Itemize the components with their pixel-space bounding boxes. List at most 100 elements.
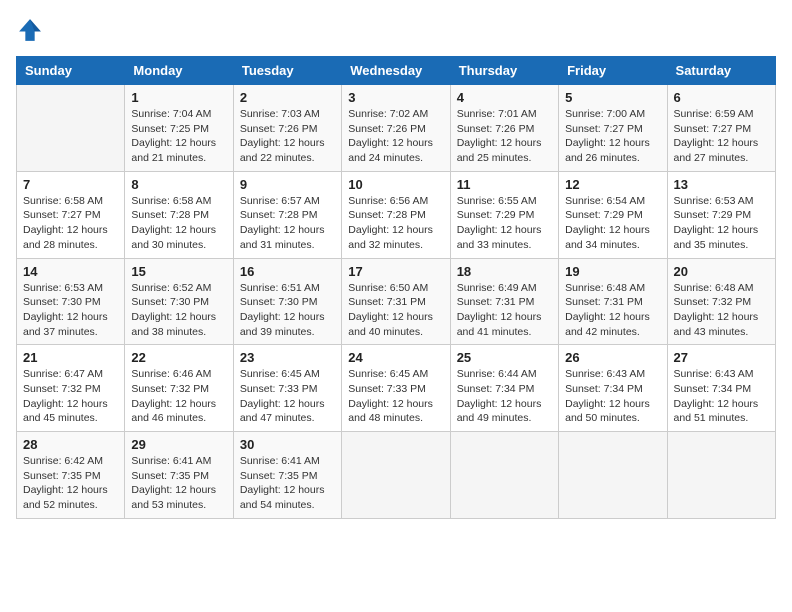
day-info: Sunrise: 6:45 AMSunset: 7:33 PMDaylight:… <box>348 367 443 426</box>
weekday-header: Tuesday <box>233 57 341 85</box>
calendar-cell: 22 Sunrise: 6:46 AMSunset: 7:32 PMDayligh… <box>125 345 233 432</box>
calendar-week-row: 21 Sunrise: 6:47 AMSunset: 7:32 PMDayligh… <box>17 345 776 432</box>
day-number: 24 <box>348 350 443 365</box>
logo <box>16 16 48 44</box>
calendar-cell: 10 Sunrise: 6:56 AMSunset: 7:28 PMDayligh… <box>342 171 450 258</box>
day-info: Sunrise: 6:41 AMSunset: 7:35 PMDaylight:… <box>240 454 335 513</box>
calendar-cell <box>450 432 558 519</box>
weekday-header: Friday <box>559 57 667 85</box>
day-info: Sunrise: 6:57 AMSunset: 7:28 PMDaylight:… <box>240 194 335 253</box>
day-info: Sunrise: 6:43 AMSunset: 7:34 PMDaylight:… <box>674 367 769 426</box>
day-number: 16 <box>240 264 335 279</box>
day-info: Sunrise: 6:41 AMSunset: 7:35 PMDaylight:… <box>131 454 226 513</box>
day-number: 17 <box>348 264 443 279</box>
calendar-week-row: 14Sunrise: 6:53 AMSunset: 7:30 PMDayligh… <box>17 258 776 345</box>
day-info: Sunrise: 6:45 AMSunset: 7:33 PMDaylight:… <box>240 367 335 426</box>
calendar-cell: 24 Sunrise: 6:45 AMSunset: 7:33 PMDayligh… <box>342 345 450 432</box>
weekday-header: Wednesday <box>342 57 450 85</box>
weekday-header: Sunday <box>17 57 125 85</box>
weekday-header: Thursday <box>450 57 558 85</box>
calendar-header-row: SundayMondayTuesdayWednesdayThursdayFrid… <box>17 57 776 85</box>
day-number: 3 <box>348 90 443 105</box>
calendar-cell <box>667 432 775 519</box>
calendar-week-row: 7 Sunrise: 6:58 AMSunset: 7:27 PMDaylight… <box>17 171 776 258</box>
calendar-cell <box>559 432 667 519</box>
calendar-cell <box>342 432 450 519</box>
day-info: Sunrise: 7:02 AMSunset: 7:26 PMDaylight:… <box>348 107 443 166</box>
day-info: Sunrise: 6:48 AMSunset: 7:31 PMDaylight:… <box>565 281 660 340</box>
day-number: 7 <box>23 177 118 192</box>
day-number: 5 <box>565 90 660 105</box>
day-info: Sunrise: 6:47 AMSunset: 7:32 PMDaylight:… <box>23 367 118 426</box>
day-number: 6 <box>674 90 769 105</box>
calendar-cell: 15 Sunrise: 6:52 AMSunset: 7:30 PMDayligh… <box>125 258 233 345</box>
day-info: Sunrise: 6:52 AMSunset: 7:30 PMDaylight:… <box>131 281 226 340</box>
day-number: 15 <box>131 264 226 279</box>
day-info: Sunrise: 6:51 AMSunset: 7:30 PMDaylight:… <box>240 281 335 340</box>
calendar-cell: 21 Sunrise: 6:47 AMSunset: 7:32 PMDayligh… <box>17 345 125 432</box>
day-info: Sunrise: 6:53 AMSunset: 7:29 PMDaylight:… <box>674 194 769 253</box>
calendar-cell: 9 Sunrise: 6:57 AMSunset: 7:28 PMDaylight… <box>233 171 341 258</box>
day-info: Sunrise: 6:42 AMSunset: 7:35 PMDaylight:… <box>23 454 118 513</box>
day-info: Sunrise: 7:00 AMSunset: 7:27 PMDaylight:… <box>565 107 660 166</box>
calendar-cell: 28 Sunrise: 6:42 AMSunset: 7:35 PMDayligh… <box>17 432 125 519</box>
day-number: 23 <box>240 350 335 365</box>
calendar-cell: 14Sunrise: 6:53 AMSunset: 7:30 PMDayligh… <box>17 258 125 345</box>
day-number: 26 <box>565 350 660 365</box>
day-info: Sunrise: 6:53 AMSunset: 7:30 PMDaylight:… <box>23 281 118 340</box>
day-number: 4 <box>457 90 552 105</box>
day-info: Sunrise: 6:50 AMSunset: 7:31 PMDaylight:… <box>348 281 443 340</box>
day-number: 21 <box>23 350 118 365</box>
day-number: 12 <box>565 177 660 192</box>
day-info: Sunrise: 6:55 AMSunset: 7:29 PMDaylight:… <box>457 194 552 253</box>
calendar-cell: 13Sunrise: 6:53 AMSunset: 7:29 PMDayligh… <box>667 171 775 258</box>
day-number: 1 <box>131 90 226 105</box>
calendar-cell <box>17 85 125 172</box>
day-info: Sunrise: 6:46 AMSunset: 7:32 PMDaylight:… <box>131 367 226 426</box>
day-number: 30 <box>240 437 335 452</box>
calendar-cell: 11 Sunrise: 6:55 AMSunset: 7:29 PMDayligh… <box>450 171 558 258</box>
day-number: 27 <box>674 350 769 365</box>
day-number: 29 <box>131 437 226 452</box>
calendar-cell: 19 Sunrise: 6:48 AMSunset: 7:31 PMDayligh… <box>559 258 667 345</box>
day-info: Sunrise: 6:44 AMSunset: 7:34 PMDaylight:… <box>457 367 552 426</box>
calendar-cell: 7 Sunrise: 6:58 AMSunset: 7:27 PMDaylight… <box>17 171 125 258</box>
calendar-cell: 18 Sunrise: 6:49 AMSunset: 7:31 PMDayligh… <box>450 258 558 345</box>
day-info: Sunrise: 6:59 AMSunset: 7:27 PMDaylight:… <box>674 107 769 166</box>
day-info: Sunrise: 7:04 AMSunset: 7:25 PMDaylight:… <box>131 107 226 166</box>
calendar-table: SundayMondayTuesdayWednesdayThursdayFrid… <box>16 56 776 519</box>
calendar-cell: 17 Sunrise: 6:50 AMSunset: 7:31 PMDayligh… <box>342 258 450 345</box>
day-number: 18 <box>457 264 552 279</box>
day-info: Sunrise: 6:54 AMSunset: 7:29 PMDaylight:… <box>565 194 660 253</box>
day-number: 11 <box>457 177 552 192</box>
calendar-week-row: 28 Sunrise: 6:42 AMSunset: 7:35 PMDayligh… <box>17 432 776 519</box>
day-number: 22 <box>131 350 226 365</box>
day-info: Sunrise: 7:03 AMSunset: 7:26 PMDaylight:… <box>240 107 335 166</box>
day-info: Sunrise: 6:58 AMSunset: 7:27 PMDaylight:… <box>23 194 118 253</box>
calendar-cell: 30 Sunrise: 6:41 AMSunset: 7:35 PMDayligh… <box>233 432 341 519</box>
day-number: 9 <box>240 177 335 192</box>
calendar-cell: 12 Sunrise: 6:54 AMSunset: 7:29 PMDayligh… <box>559 171 667 258</box>
weekday-header: Saturday <box>667 57 775 85</box>
weekday-header: Monday <box>125 57 233 85</box>
day-number: 8 <box>131 177 226 192</box>
calendar-cell: 29 Sunrise: 6:41 AMSunset: 7:35 PMDayligh… <box>125 432 233 519</box>
day-info: Sunrise: 6:56 AMSunset: 7:28 PMDaylight:… <box>348 194 443 253</box>
calendar-cell: 23 Sunrise: 6:45 AMSunset: 7:33 PMDayligh… <box>233 345 341 432</box>
calendar-cell: 5 Sunrise: 7:00 AMSunset: 7:27 PMDaylight… <box>559 85 667 172</box>
day-number: 28 <box>23 437 118 452</box>
day-number: 19 <box>565 264 660 279</box>
calendar-cell: 4Sunrise: 7:01 AMSunset: 7:26 PMDaylight… <box>450 85 558 172</box>
calendar-cell: 26 Sunrise: 6:43 AMSunset: 7:34 PMDayligh… <box>559 345 667 432</box>
day-info: Sunrise: 6:58 AMSunset: 7:28 PMDaylight:… <box>131 194 226 253</box>
calendar-cell: 20Sunrise: 6:48 AMSunset: 7:32 PMDayligh… <box>667 258 775 345</box>
day-number: 2 <box>240 90 335 105</box>
day-info: Sunrise: 6:43 AMSunset: 7:34 PMDaylight:… <box>565 367 660 426</box>
logo-icon <box>16 16 44 44</box>
day-info: Sunrise: 6:48 AMSunset: 7:32 PMDaylight:… <box>674 281 769 340</box>
day-info: Sunrise: 6:49 AMSunset: 7:31 PMDaylight:… <box>457 281 552 340</box>
calendar-cell: 2 Sunrise: 7:03 AMSunset: 7:26 PMDaylight… <box>233 85 341 172</box>
day-number: 10 <box>348 177 443 192</box>
calendar-week-row: 1 Sunrise: 7:04 AMSunset: 7:25 PMDaylight… <box>17 85 776 172</box>
page-header <box>16 16 776 44</box>
